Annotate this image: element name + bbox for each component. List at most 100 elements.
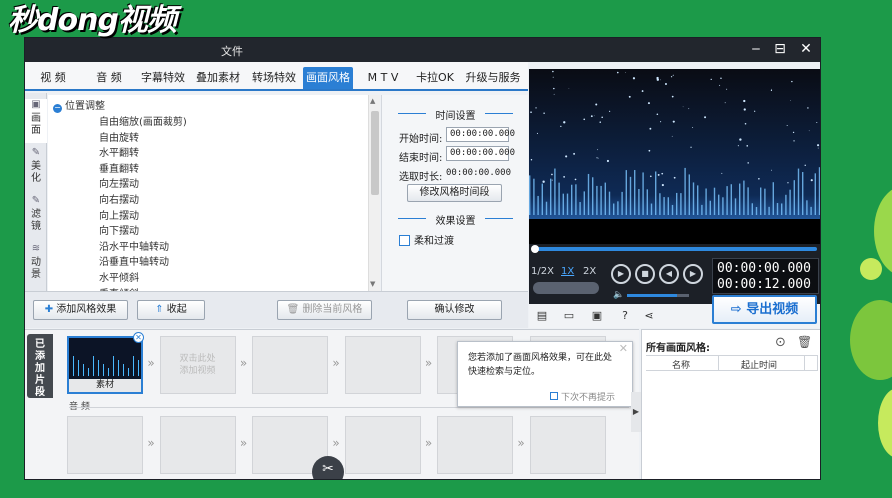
next-frame-button[interactable]: ▶ <box>683 264 703 284</box>
app-window: 文件 ‒ ⊟ ✕ 视 频音 频字幕特效 叠加素材 转场特效 画面风格 M T V 卡拉OK… <box>24 37 821 480</box>
collapse-button[interactable]: ⇑ 收起 <box>137 300 205 320</box>
equalizer-bar <box>781 203 783 215</box>
side-tab-2[interactable]: ✎ 滤镜 <box>25 195 47 239</box>
chevron-right-icon: » <box>332 436 340 450</box>
remove-clip-icon[interactable]: ✕ <box>133 332 144 343</box>
volume-icon[interactable]: 🔈 <box>613 290 624 300</box>
empty-clip-slot[interactable]: 双击此处 添加视频 <box>159 336 236 394</box>
total-time: 00:00:12.000 <box>717 277 811 292</box>
progress-knob[interactable] <box>531 245 539 253</box>
prev-frame-button[interactable]: ◀ <box>659 264 679 284</box>
tab-7[interactable]: 卡拉OK <box>413 68 457 88</box>
stop-button[interactable]: ■ <box>635 264 655 284</box>
checkbox-box[interactable] <box>399 235 410 246</box>
share-icon[interactable]: ⋖ <box>642 309 656 323</box>
scroll-down-icon[interactable]: ▼ <box>370 280 375 288</box>
star-dot <box>721 172 723 174</box>
locate-icon[interactable]: ⊙ <box>775 335 786 350</box>
clip-thumbnail[interactable]: 素材 <box>67 336 143 394</box>
tree-item[interactable]: 向上摆动 <box>99 207 139 222</box>
confirm-button[interactable]: 确认修改 <box>407 300 502 320</box>
collapse-icon[interactable]: − <box>53 104 62 113</box>
empty-clip-slot[interactable] <box>344 336 421 394</box>
close-button[interactable]: ✕ <box>797 40 815 58</box>
minimize-button[interactable]: ‒ <box>747 40 765 58</box>
help-icon[interactable]: ? <box>618 309 632 323</box>
tree-item[interactable]: 向左摆动 <box>99 175 139 190</box>
col-name[interactable]: 名称 <box>672 358 690 371</box>
add-style-button[interactable]: ✚ 添加风格效果 <box>33 300 128 320</box>
scroll-thumb[interactable] <box>371 111 379 195</box>
tab-5[interactable]: 画面风格 <box>303 67 353 89</box>
tree-item[interactable]: 向右摆动 <box>99 191 139 206</box>
play-button[interactable]: ▶ <box>611 264 631 284</box>
thumb-light <box>108 368 109 376</box>
watermark-logo: 秒dong视频 <box>8 3 177 38</box>
save-icon[interactable]: ▣ <box>590 309 604 323</box>
tree-scrollbar[interactable]: ▲ ▼ <box>368 95 380 291</box>
audio-clip-slot[interactable] <box>437 416 513 474</box>
tab-0[interactable]: 视 频 <box>31 68 75 88</box>
tree-item[interactable]: 向下摆动 <box>99 222 139 237</box>
maximize-button[interactable]: ⊟ <box>771 40 789 58</box>
empty-clip-slot[interactable] <box>252 336 328 394</box>
panel-toggle-arrow[interactable]: ▶ <box>631 392 641 432</box>
thumb-light <box>128 368 129 376</box>
volume-slider[interactable] <box>627 294 689 297</box>
folder-icon[interactable]: ▭ <box>562 309 576 323</box>
jog-slider[interactable] <box>533 282 599 294</box>
equalizer-bar <box>818 167 820 215</box>
tree-group-header[interactable]: − 位置调整 <box>53 97 105 113</box>
start-time-input[interactable]: 00:00:00.000 <box>446 127 515 142</box>
side-tab-0[interactable]: ▣ 画面 <box>25 99 47 143</box>
tab-3[interactable]: 叠加素材 <box>193 68 243 88</box>
equalizer-bar <box>768 206 770 215</box>
tooltip-close-icon[interactable]: ✕ <box>619 342 628 355</box>
equalizer-bar <box>680 193 682 215</box>
export-video-button[interactable]: ⇨ 导出视频 <box>712 295 817 324</box>
star-dot <box>552 76 554 78</box>
delete-style-button[interactable]: 🗑 删除当前风格 <box>277 300 372 320</box>
tab-2[interactable]: 字幕特效 <box>137 68 189 88</box>
side-tab-3[interactable]: ≋ 动景 <box>25 243 47 287</box>
star-dot <box>552 70 554 73</box>
trash-icon: 🗑 <box>286 304 303 315</box>
dont-show-checkbox[interactable]: 下次不再提示 <box>550 390 615 403</box>
tree-item[interactable]: 沿垂直中轴转动 <box>99 253 169 268</box>
thumb-light <box>138 360 139 376</box>
split-clip-button[interactable]: ✂ <box>312 456 344 479</box>
tree-item[interactable]: 沿水平中轴转动 <box>99 238 169 253</box>
star-dot <box>596 157 598 159</box>
tree-item[interactable]: 自由旋转 <box>99 129 139 144</box>
add-icon: ✚ <box>44 304 57 315</box>
col-start-time[interactable]: 起止时间 <box>741 358 777 371</box>
tree-item[interactable]: 水平翻转 <box>99 144 139 159</box>
speed-2x-button[interactable]: 2X <box>583 266 596 277</box>
fade-checkbox[interactable]: 柔和过渡 <box>399 232 454 247</box>
tab-6[interactable]: M T V <box>361 68 405 88</box>
audio-clip-slot[interactable] <box>67 416 143 474</box>
tree-item[interactable]: 垂直翻转 <box>99 160 139 175</box>
progress-bar[interactable] <box>529 244 820 254</box>
audio-clip-slot[interactable] <box>344 416 421 474</box>
side-tab-1[interactable]: ✎ 美化 <box>25 147 47 191</box>
speed-half-button[interactable]: 1/2X <box>531 266 554 277</box>
speed-1x-button[interactable]: 1X <box>561 266 574 277</box>
trash-icon[interactable]: 🗑 <box>797 335 812 349</box>
end-time-input[interactable]: 00:00:00.000 <box>446 146 515 161</box>
audio-clip-slot[interactable] <box>159 416 236 474</box>
equalizer-bar <box>541 183 543 215</box>
scroll-up-icon[interactable]: ▲ <box>370 97 375 105</box>
star-dot <box>747 162 749 164</box>
tab-1[interactable]: 音 频 <box>87 68 131 88</box>
tab-4[interactable]: 转场特效 <box>249 68 299 88</box>
audio-clip-slot[interactable] <box>529 416 606 474</box>
tab-8[interactable]: 升级与服务 <box>465 68 521 88</box>
modify-range-button[interactable]: 修改风格时间段 <box>407 184 502 202</box>
snapshot-icon[interactable]: ▤ <box>535 309 549 323</box>
tree-item[interactable]: 自由缩放(画面裁剪) <box>99 113 187 128</box>
equalizer-bar <box>621 191 623 215</box>
star-dot <box>807 107 809 109</box>
tree-item[interactable]: 水平倾斜 <box>99 269 139 284</box>
star-dot <box>793 140 795 142</box>
